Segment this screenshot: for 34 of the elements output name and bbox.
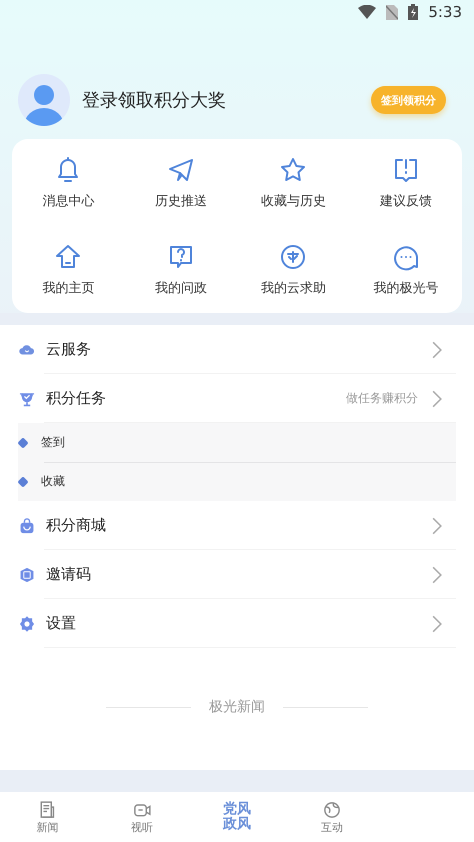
login-prompt[interactable]: 登录领取积分大奖 [82,88,371,112]
hexagon-badge-icon [18,566,36,584]
shortcut-label[interactable]: 我的云求助 [260,278,326,296]
shortcut-label[interactable]: 消息中心 [42,192,94,210]
task-item[interactable]: 收藏 [41,473,65,490]
nav-tab[interactable]: 互动 [284,792,380,842]
shortcut-label[interactable]: 建议反馈 [380,192,432,210]
shortcut-label[interactable]: 收藏与历史 [260,192,326,210]
wifi-icon [358,5,376,19]
nav-tab[interactable]: 视听 [94,792,190,842]
shortcut-label[interactable]: 我的问政 [154,278,207,296]
star-icon [279,156,308,184]
shortcut-label[interactable]: 我的主页 [42,278,94,296]
menu-item[interactable]: 邀请码 [46,565,428,584]
menu-item[interactable]: 积分任务 [46,389,346,408]
battery-charging-icon [408,4,418,20]
circle-badge-icon [279,242,308,270]
menu-item[interactable]: 积分商城 [46,516,428,535]
diamond-bullet-icon [17,436,29,448]
clock-time: 5:33 [428,3,462,21]
settings-icon [18,614,36,632]
menu-item[interactable]: 设置 [46,614,428,633]
diamond-bullet-icon [17,476,29,488]
no-sim-icon [386,4,398,20]
footer-brand: 极光新闻 [209,698,265,716]
nav-tab[interactable]: 新闻 [0,792,95,842]
task-item[interactable]: 签到 [41,434,65,451]
house-icon [54,242,82,270]
globe-icon [322,800,342,820]
menu-hint: 做任务赚积分 [346,390,418,407]
shortcut-label[interactable]: 历史推送 [154,192,207,210]
shopping-bag-icon [18,516,36,534]
shortcut-label[interactable]: 我的极光号 [373,278,438,296]
menu-item[interactable]: 云服务 [46,340,428,359]
